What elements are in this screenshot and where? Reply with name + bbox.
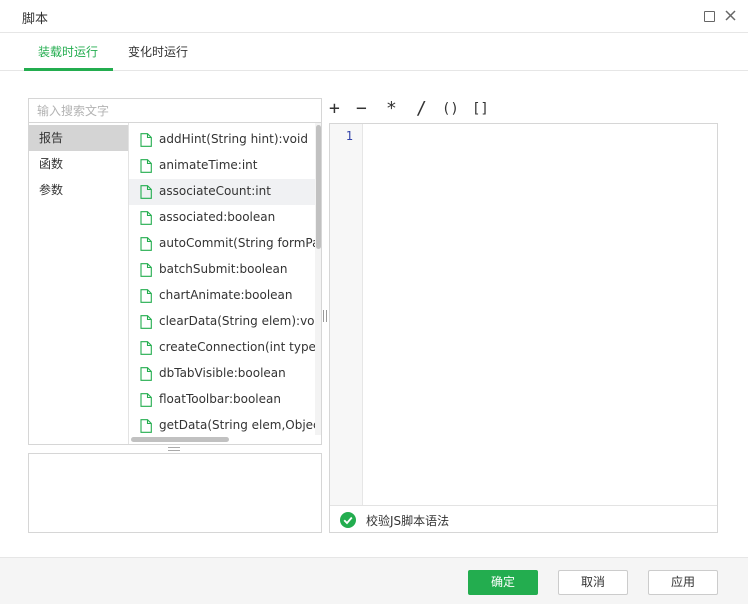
ok-button[interactable]: 确定 [468,570,538,595]
vertical-splitter-handle[interactable] [323,310,327,322]
file-icon [140,367,152,381]
function-label: floatToolbar:boolean [159,392,281,406]
function-label: getData(String elem,Object o [159,418,315,432]
function-list-item[interactable]: clearData(String elem):void [129,309,315,335]
function-list-item[interactable]: createConnection(int type,Str [129,335,315,361]
file-icon [140,133,152,147]
dialog-footer: 确定 取消 应用 [0,557,748,604]
function-label: addHint(String hint):void [159,132,308,146]
script-editor: 1 校验JS脚本语法 [329,123,718,533]
active-tab-indicator [24,68,113,71]
divide-operator-button[interactable]: / [416,99,427,119]
minus-operator-button[interactable]: − [356,99,367,119]
close-icon[interactable] [723,8,738,23]
check-circle-icon[interactable] [340,512,356,528]
category-item-report[interactable]: 报告 [29,125,128,151]
brackets-button[interactable]: [] [472,99,489,119]
function-list-item[interactable]: autoCommit(String formParm [129,231,315,257]
function-list-item[interactable]: addHint(String hint):void [129,127,315,153]
function-list-item[interactable]: dbTabVisible:boolean [129,361,315,387]
tab-on-load[interactable]: 装载时运行 [38,43,98,60]
code-input-area[interactable] [364,124,717,505]
file-icon [140,393,152,407]
vertical-scrollbar[interactable] [316,125,321,249]
dialog-titlebar: 脚本 [0,0,748,33]
function-browser: 报告 函数 参数 addHint(String hint):void animat… [28,122,322,445]
horizontal-scrollbar[interactable] [131,437,229,442]
apply-button[interactable]: 应用 [648,570,718,595]
file-icon [140,185,152,199]
function-label: clearData(String elem):void [159,314,315,328]
file-icon [140,263,152,277]
category-list: 报告 函数 参数 [29,123,129,444]
tab-on-change[interactable]: 变化时运行 [128,43,188,60]
function-label: dbTabVisible:boolean [159,366,286,380]
function-list-item[interactable]: floatToolbar:boolean [129,387,315,413]
function-list-item[interactable]: getData(String elem,Object o [129,413,315,435]
function-list-item[interactable]: batchSubmit:boolean [129,257,315,283]
function-list-item[interactable]: associateCount:int [129,179,315,205]
file-icon [140,315,152,329]
file-icon [140,211,152,225]
function-label: createConnection(int type,Str [159,340,315,354]
function-label: associateCount:int [159,184,271,198]
file-icon [140,289,152,303]
file-icon [140,237,152,251]
function-label: animateTime:int [159,158,258,172]
tab-bar: 装载时运行 变化时运行 [0,33,748,71]
maximize-icon[interactable] [704,11,715,22]
description-panel [28,453,322,533]
function-list-item[interactable]: associated:boolean [129,205,315,231]
cancel-button[interactable]: 取消 [558,570,628,595]
function-label: batchSubmit:boolean [159,262,288,276]
horizontal-splitter-handle[interactable] [168,447,180,451]
category-item-parameters[interactable]: 参数 [29,177,128,203]
category-item-functions[interactable]: 函数 [29,151,128,177]
function-label: autoCommit(String formParm [159,236,315,250]
search-input[interactable] [28,98,322,123]
function-list-item[interactable]: animateTime:int [129,153,315,179]
parentheses-button[interactable]: () [442,99,459,119]
file-icon [140,159,152,173]
file-icon [140,341,152,355]
validate-bar: 校验JS脚本语法 [330,505,717,532]
function-label: chartAnimate:boolean [159,288,293,302]
line-number: 1 [345,129,353,143]
function-label: associated:boolean [159,210,276,224]
validate-syntax-label[interactable]: 校验JS脚本语法 [366,512,449,529]
function-list: addHint(String hint):void animateTime:int… [129,123,315,435]
line-number-gutter: 1 [330,124,363,505]
file-icon [140,419,152,433]
plus-operator-button[interactable]: + [329,99,340,119]
multiply-operator-button[interactable]: * [386,99,397,119]
function-list-item[interactable]: chartAnimate:boolean [129,283,315,309]
dialog-title: 脚本 [22,12,49,27]
